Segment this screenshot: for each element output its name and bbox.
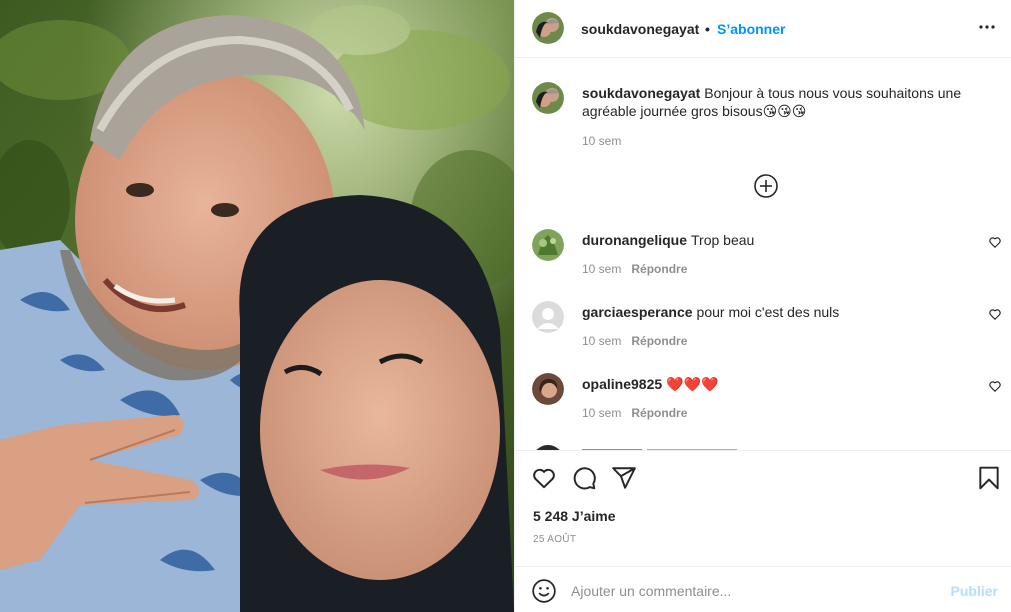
separator-dot: • <box>705 21 710 37</box>
comment-time[interactable]: 10 sem <box>582 262 621 276</box>
comment-username[interactable]: duronangelique <box>582 232 687 248</box>
comment-time[interactable]: 10 sem <box>582 406 621 420</box>
publish-button[interactable]: Publier <box>951 583 998 599</box>
likes-count[interactable]: 5 248 J’aime <box>533 508 616 524</box>
post-details-panel: soukdavonegayat • S’abonner soukdavonega… <box>514 0 1011 612</box>
plant-avatar[interactable] <box>532 229 564 261</box>
comment-like-heart-icon[interactable] <box>988 307 1002 321</box>
heart-icon[interactable] <box>531 465 557 491</box>
post-photo[interactable] <box>0 0 514 612</box>
comment-time[interactable]: 10 sem <box>582 334 621 348</box>
partial-comment-item <box>515 442 1011 450</box>
comment-text-block: duronangelique Trop beau <box>582 231 972 249</box>
caption-time[interactable]: 10 sem <box>582 134 621 148</box>
comment-username[interactable]: garciaesperance <box>582 304 693 320</box>
author-avatar[interactable] <box>532 12 564 44</box>
woman-avatar[interactable] <box>532 373 564 405</box>
comment-item: garciaesperance pour moi c'est des nuls 1… <box>515 301 1011 361</box>
comment-item: duronangelique Trop beau 10 sem Répondre <box>515 229 1011 289</box>
selfie-image <box>0 0 514 612</box>
comment-item: opaline9825 ❤️❤️❤️ 10 sem Répondre <box>515 373 1011 433</box>
comment-meta: 10 sem Répondre <box>582 262 687 276</box>
comment-text-block: opaline9825 ❤️❤️❤️ <box>582 375 972 393</box>
paper-plane-icon[interactable] <box>611 465 637 491</box>
add-comment-bar: Publier <box>515 566 1011 612</box>
comment-like-heart-icon[interactable] <box>988 235 1002 249</box>
more-options-icon[interactable] <box>978 18 996 36</box>
smiley-icon[interactable] <box>531 578 557 604</box>
comment-meta: 10 sem Répondre <box>582 406 687 420</box>
reply-button[interactable]: Répondre <box>631 406 687 420</box>
post-actions: 5 248 J’aime 25 AOÛT Publier <box>515 450 1011 612</box>
comment-icon[interactable] <box>571 465 597 491</box>
comment-meta: 10 sem Répondre <box>582 334 687 348</box>
comment-username[interactable]: opaline9825 <box>582 376 662 392</box>
reply-button[interactable]: Répondre <box>631 262 687 276</box>
bookmark-icon[interactable] <box>976 465 1002 491</box>
comment-text: ❤️❤️❤️ <box>666 376 719 392</box>
caption-text-block: soukdavonegayat Bonjour à tous nous vous … <box>582 84 982 120</box>
plus-circle-icon[interactable] <box>753 173 779 199</box>
comment-input[interactable] <box>571 580 931 602</box>
comment-text: Trop beau <box>691 232 755 248</box>
comment-text: pour moi c'est des nuls <box>696 304 840 320</box>
post-date[interactable]: 25 AOÛT <box>533 534 576 545</box>
comments-list[interactable]: soukdavonegayat Bonjour à tous nous vous … <box>515 59 1011 450</box>
author-username[interactable]: soukdavonegayat <box>581 21 699 37</box>
reply-button[interactable]: Répondre <box>631 334 687 348</box>
comment-text-block: garciaesperance pour moi c'est des nuls <box>582 303 972 321</box>
comment-like-heart-icon[interactable] <box>988 379 1002 393</box>
caption-username[interactable]: soukdavonegayat <box>582 85 700 101</box>
caption-author-avatar[interactable] <box>532 82 564 114</box>
post-header: soukdavonegayat • S’abonner <box>515 0 1011 58</box>
follow-button[interactable]: S’abonner <box>717 21 785 37</box>
default-avatar[interactable] <box>532 301 564 333</box>
